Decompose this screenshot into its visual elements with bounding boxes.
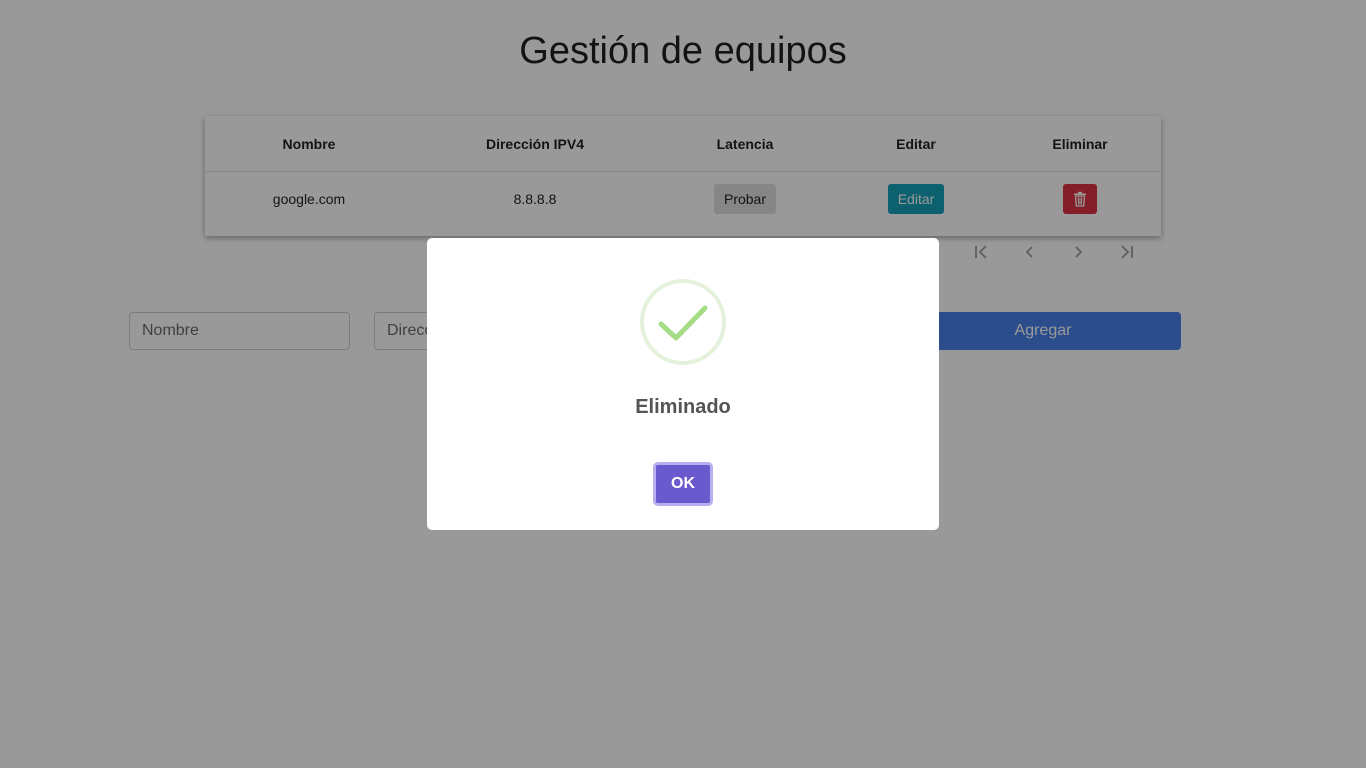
success-dialog: Eliminado OK [427,238,939,530]
modal-backdrop[interactable]: Eliminado OK [0,0,1366,768]
ok-button[interactable]: OK [653,462,713,506]
dialog-title: Eliminado [635,396,731,418]
success-check-icon [640,279,726,365]
page: Gestión de equipos Nombre Dirección IPV4… [0,0,1366,768]
